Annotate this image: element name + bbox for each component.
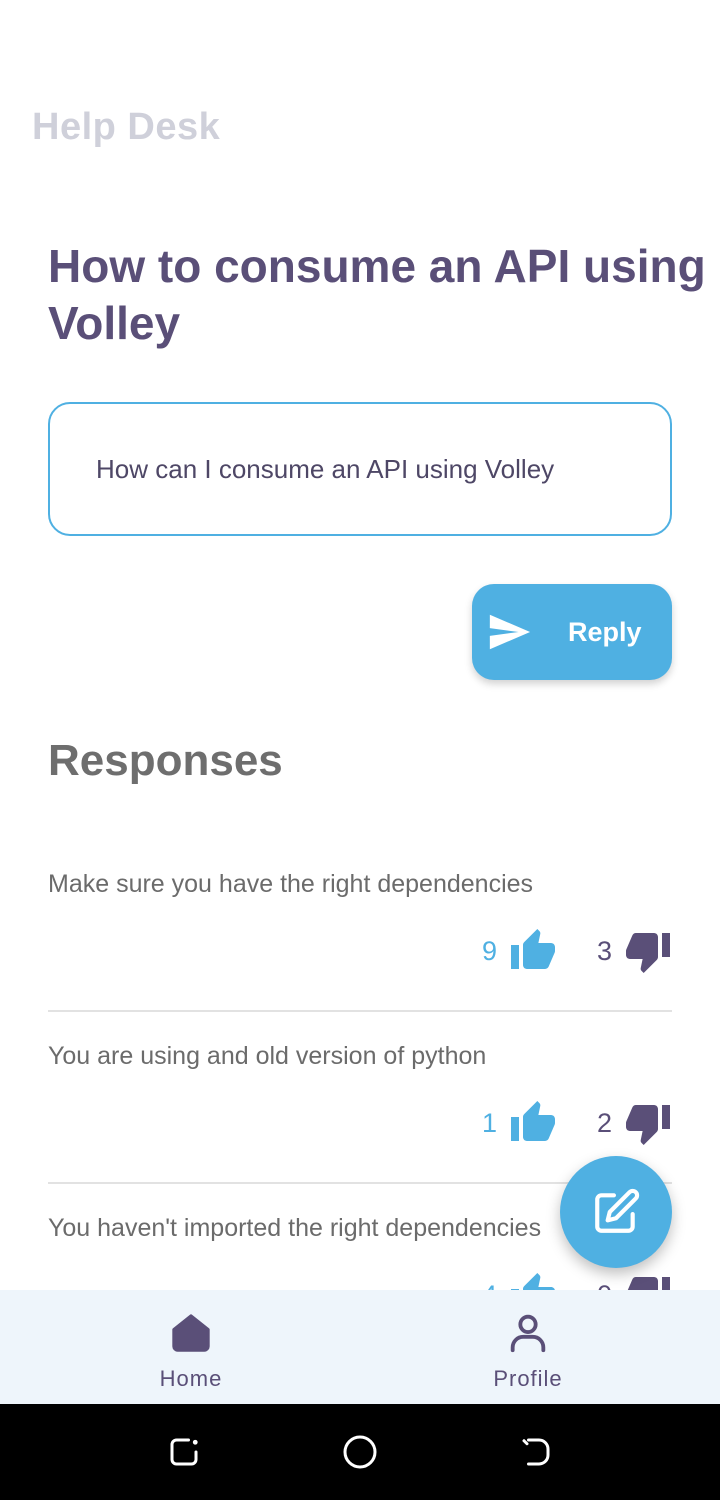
thumbs-up-icon[interactable] xyxy=(509,1099,557,1147)
edit-icon xyxy=(595,1188,640,1233)
nav-item-home[interactable]: Home xyxy=(91,1290,291,1404)
thumbs-up-icon[interactable] xyxy=(509,927,557,975)
back-icon xyxy=(522,1438,550,1466)
response-item: You are using and old version of python … xyxy=(48,1012,672,1184)
dislike-count: 0 xyxy=(597,1280,612,1291)
response-text: Make sure you have the right dependencie… xyxy=(48,870,534,898)
nav-item-profile[interactable]: Profile xyxy=(428,1290,628,1404)
nav-item-label: Home xyxy=(159,1366,223,1391)
thumbs-down-icon[interactable] xyxy=(624,1271,672,1290)
recents-button[interactable] xyxy=(166,1434,202,1470)
reply-button[interactable]: Reply xyxy=(472,584,672,680)
recents-icon xyxy=(170,1438,198,1466)
response-text: You haven't imported the right dependenc… xyxy=(48,1214,542,1242)
question-title: How to consume an API using Volley xyxy=(48,240,706,349)
app-title: Help Desk xyxy=(32,106,221,148)
response-votes: 1 2 xyxy=(482,1100,672,1146)
dislike-count: 3 xyxy=(596,935,612,966)
home-icon xyxy=(172,1314,210,1352)
thumbs-down-icon[interactable] xyxy=(624,1099,672,1147)
response-item: Make sure you have the right dependencie… xyxy=(48,840,672,1012)
responses-heading: Responses xyxy=(48,736,283,785)
thumbs-down-icon[interactable] xyxy=(624,927,672,975)
send-icon xyxy=(489,614,531,650)
question-body-text: How can I consume an API using Volley xyxy=(96,453,555,484)
bottom-navigation: Home Profile xyxy=(0,1290,720,1404)
circle-icon xyxy=(343,1435,377,1469)
new-question-fab[interactable] xyxy=(560,1156,672,1268)
response-text: You are using and old version of python xyxy=(48,1042,487,1070)
home-system-button[interactable] xyxy=(342,1434,378,1470)
like-count: 4 xyxy=(482,1280,497,1291)
response-votes: 4 0 xyxy=(482,1272,672,1290)
dislike-count: 2 xyxy=(596,1107,612,1138)
back-button[interactable] xyxy=(518,1434,554,1470)
reply-button-label: Reply xyxy=(568,616,642,647)
response-votes: 9 3 xyxy=(482,928,672,974)
nav-item-label: Profile xyxy=(493,1366,563,1391)
system-navigation-bar xyxy=(0,1404,720,1500)
like-count: 9 xyxy=(481,935,497,966)
thumbs-up-icon[interactable] xyxy=(509,1271,557,1290)
person-icon xyxy=(510,1314,546,1353)
question-body-card: How can I consume an API using Volley xyxy=(48,402,672,536)
like-count: 1 xyxy=(481,1107,497,1138)
